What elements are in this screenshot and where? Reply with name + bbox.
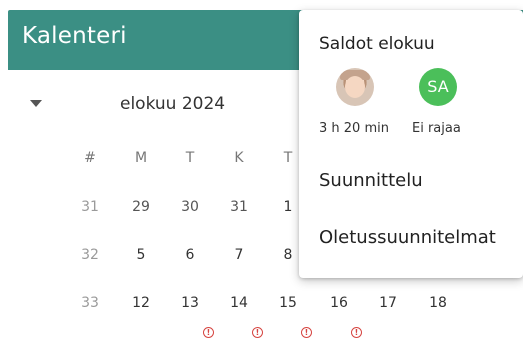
day-cell[interactable]: 16 bbox=[319, 295, 359, 311]
warning-icon: ! bbox=[252, 327, 263, 338]
balance-menu: Saldot elokuu SA 3 h 20 min Ei rajaa Suu… bbox=[299, 10, 523, 278]
menu-item-oletussuunnitelmat[interactable]: Oletussuunnitelmat bbox=[319, 227, 496, 248]
day-cell[interactable]: 13 bbox=[170, 295, 210, 311]
warning-icon: ! bbox=[351, 327, 362, 338]
weekday-header: T bbox=[185, 150, 195, 166]
day-cell[interactable]: 6 bbox=[170, 247, 210, 263]
avatar-face bbox=[345, 76, 365, 98]
warning-icon: ! bbox=[301, 327, 312, 338]
avatar-initials[interactable]: SA bbox=[419, 68, 457, 106]
avatar-photo[interactable] bbox=[336, 68, 374, 106]
day-cell[interactable]: 15 bbox=[268, 295, 308, 311]
day-cell[interactable]: 7 bbox=[219, 247, 259, 263]
week-number: 33 bbox=[81, 295, 99, 311]
day-cell[interactable]: 12 bbox=[121, 295, 161, 311]
day-cell[interactable]: 29 bbox=[121, 199, 161, 215]
weekday-header: K bbox=[234, 150, 244, 166]
day-cell[interactable]: 31 bbox=[219, 199, 259, 215]
day-cell[interactable]: 18 bbox=[418, 295, 458, 311]
balance-limit: Ei rajaa bbox=[412, 121, 461, 136]
day-cell[interactable]: 5 bbox=[121, 247, 161, 263]
app-title: Kalenteri bbox=[22, 23, 127, 49]
caret-down-icon[interactable] bbox=[30, 100, 42, 107]
week-number: 32 bbox=[81, 247, 99, 263]
week-number: 31 bbox=[81, 199, 99, 215]
day-cell[interactable]: 17 bbox=[368, 295, 408, 311]
weekday-header: M bbox=[134, 150, 148, 166]
warning-icon: ! bbox=[203, 327, 214, 338]
month-label: elokuu 2024 bbox=[120, 94, 226, 114]
menu-header: Saldot elokuu bbox=[319, 34, 435, 54]
day-cell[interactable]: 30 bbox=[170, 199, 210, 215]
week-number-header: # bbox=[84, 150, 96, 166]
day-cell[interactable]: 14 bbox=[219, 295, 259, 311]
menu-item-suunnittelu[interactable]: Suunnittelu bbox=[319, 170, 423, 191]
balance-time: 3 h 20 min bbox=[319, 121, 389, 136]
